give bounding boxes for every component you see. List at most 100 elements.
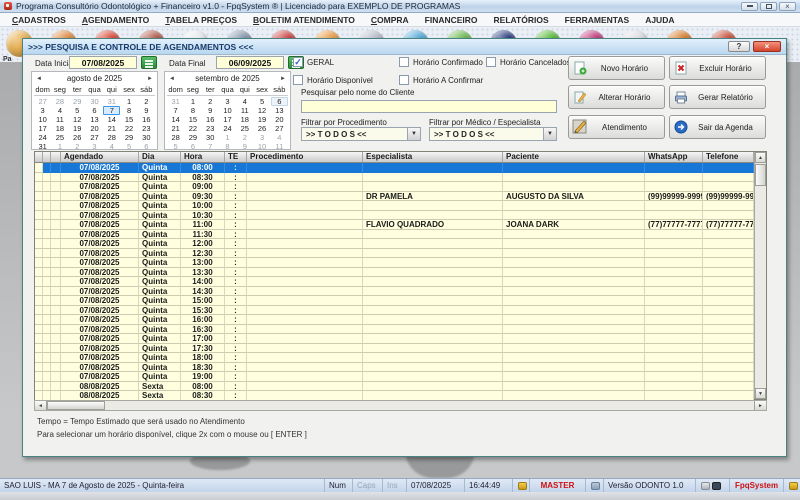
table-cell[interactable]: Quinta [139,315,181,325]
menu-item-cadastros[interactable]: CADASTROS [4,15,74,25]
date-end-input[interactable]: 06/09/2025 [216,56,284,69]
table-row[interactable]: 08/08/2025Sexta08:00: [35,382,754,392]
table-cell[interactable] [363,268,503,278]
table-cell[interactable] [35,268,43,278]
table-row[interactable]: 07/08/2025Quinta17:00: [35,334,754,344]
table-cell[interactable]: 07/08/2025 [61,249,139,259]
calendar-day[interactable]: 9 [138,106,155,115]
calendar-month-start[interactable]: ◄agosto de 2025►domsegterquaquisexsáb272… [31,71,158,150]
table-cell[interactable] [645,268,703,278]
table-cell[interactable] [703,315,754,325]
table-cell[interactable] [43,173,51,183]
table-cell[interactable] [247,325,363,335]
table-cell[interactable] [35,363,43,373]
table-cell[interactable] [703,277,754,287]
table-row[interactable]: 07/08/2025Quinta18:30: [35,363,754,373]
table-cell[interactable] [51,315,61,325]
table-cell[interactable]: DR PAMELA [363,192,503,202]
calendar-day[interactable]: 20 [86,124,103,133]
table-cell[interactable] [35,192,43,202]
table-row[interactable]: 07/08/2025Quinta11:30: [35,230,754,240]
table-cell[interactable] [35,230,43,240]
table-cell[interactable] [51,220,61,230]
column-header[interactable] [43,152,51,162]
table-cell[interactable] [43,277,51,287]
calendar-day[interactable]: 30 [138,133,155,142]
table-cell[interactable]: : [225,296,247,306]
table-cell[interactable] [35,315,43,325]
table-cell[interactable]: 12:00 [181,239,225,249]
calendar-day[interactable]: 15 [184,115,201,124]
vertical-scrollbar[interactable]: ▲ ▼ [754,152,766,399]
table-cell[interactable] [43,211,51,221]
table-cell[interactable]: : [225,277,247,287]
table-cell[interactable] [503,334,645,344]
column-header[interactable]: Dia [139,152,181,162]
table-cell[interactable]: : [225,163,247,173]
calendar-day[interactable]: 12 [69,115,86,124]
attendance-button[interactable]: Atendimento [568,115,665,139]
calendar-day[interactable]: 3 [34,106,51,115]
table-cell[interactable] [51,325,61,335]
table-cell[interactable]: FLAVIO QUADRADO [363,220,503,230]
calendar-day[interactable]: 31 [103,97,120,106]
calendar-day[interactable]: 9 [202,106,219,115]
checkbox-geral[interactable]: ✓GERAL [293,57,334,67]
menu-item-boletim-atendimento[interactable]: BOLETIM ATENDIMENTO [245,15,363,25]
table-cell[interactable]: 07/08/2025 [61,258,139,268]
table-cell[interactable] [51,230,61,240]
table-cell[interactable]: : [225,353,247,363]
calendar-day[interactable]: 21 [103,124,120,133]
table-cell[interactable] [645,230,703,240]
menu-item-relatorios[interactable]: RELATÓRIOS [486,15,557,25]
table-cell[interactable] [43,382,51,392]
table-cell[interactable]: : [225,315,247,325]
table-cell[interactable]: Quinta [139,182,181,192]
minimize-button[interactable] [741,2,758,11]
table-cell[interactable]: Quinta [139,192,181,202]
table-cell[interactable] [51,173,61,183]
table-cell[interactable] [247,163,363,173]
table-cell[interactable]: 14:00 [181,277,225,287]
calendar-day[interactable]: 10 [219,106,236,115]
table-cell[interactable] [43,249,51,259]
table-cell[interactable] [51,334,61,344]
table-cell[interactable] [247,334,363,344]
table-cell[interactable] [645,325,703,335]
calendar-day[interactable]: 21 [167,124,184,133]
delete-schedule-button[interactable]: Excluir Horário [669,56,766,80]
table-cell[interactable]: 09:00 [181,182,225,192]
table-cell[interactable]: 08/08/2025 [61,382,139,392]
table-cell[interactable] [503,258,645,268]
table-cell[interactable] [51,249,61,259]
table-cell[interactable] [51,182,61,192]
table-cell[interactable] [35,258,43,268]
calendar-day[interactable]: 30 [86,97,103,106]
table-cell[interactable] [247,220,363,230]
calendar-day[interactable]: 27 [34,97,51,106]
table-cell[interactable] [35,372,43,382]
maximize-button[interactable] [760,2,777,11]
table-cell[interactable] [43,296,51,306]
table-cell[interactable] [703,382,754,392]
date-start-calendar-button[interactable] [141,56,157,69]
table-cell[interactable] [35,201,43,211]
calendar-day[interactable]: 6 [184,142,201,151]
table-cell[interactable]: 16:00 [181,315,225,325]
table-cell[interactable] [247,182,363,192]
edit-schedule-button[interactable]: Alterar Horário [568,85,665,109]
calendar-day[interactable]: 11 [236,106,253,115]
checkbox-box[interactable] [293,75,303,85]
calendar-day[interactable]: 3 [86,142,103,151]
table-cell[interactable] [503,315,645,325]
table-cell[interactable] [43,363,51,373]
table-cell[interactable] [503,363,645,373]
table-cell[interactable] [43,372,51,382]
table-cell[interactable] [645,287,703,297]
table-cell[interactable]: 10:30 [181,211,225,221]
table-cell[interactable] [363,315,503,325]
table-cell[interactable] [703,182,754,192]
table-cell[interactable] [503,201,645,211]
table-cell[interactable] [35,239,43,249]
chevron-down-icon[interactable]: ▼ [407,128,420,140]
